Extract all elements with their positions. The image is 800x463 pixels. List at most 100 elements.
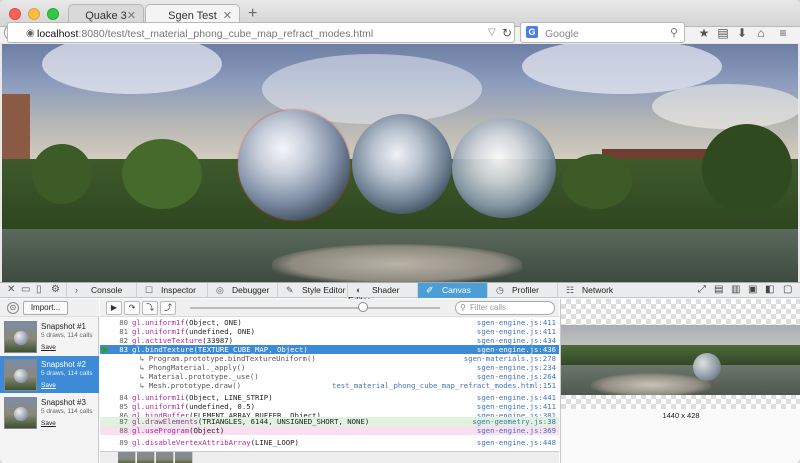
tab-inspector[interactable]: ☐ Inspector [136,283,207,298]
tree [562,154,632,209]
dock-side-icon[interactable]: ◧ [765,284,774,295]
draw-thumbnail[interactable] [137,452,155,463]
stack-frame-row[interactable]: ↳ PhongMaterial._apply() sgen-engine.js:2… [100,363,559,372]
call-row[interactable]: 84 gl.uniform1i(Object, LINE_STRIP) sgen-e… [100,393,559,402]
chevron-down-icon[interactable]: ▽ [488,27,496,38]
snapshot-calls: 5 draws, 114 calls [41,332,93,339]
call-row[interactable]: 87 gl.drawElements(TRIANGLES, 6144, UNSIG… [100,417,559,426]
stack-frame-row[interactable]: ↳ Mesh.prototype.draw() test_material_pho… [100,381,559,390]
url-text[interactable]: localhost:8080/test/test_material_phong_… [37,28,373,40]
call-source-link[interactable]: sgen-geometry.js:38 [473,417,556,426]
call-code: gl.uniform1f(undefined, 0.5) [132,402,255,411]
url-path: :8080/test/test_material_phong_cube_map_… [78,28,374,40]
stack-frame-row[interactable]: ↳ Program.prototype.bindTextureUniform()… [100,354,559,363]
tab-label: Style Editor [302,285,346,295]
call-source-link[interactable]: sgen-engine.js:411 [477,327,556,336]
call-source-link[interactable]: sgen-engine.js:436 [477,345,556,354]
call-source-link[interactable]: sgen-engine.js:234 [477,363,556,372]
stack-frame-row[interactable]: ↳ Material.prototype._use() sgen-engine.j… [100,372,559,381]
window-minimize-button[interactable] [28,8,40,20]
preview-dimensions: 1440 x 428 [662,411,700,420]
call-source-link[interactable]: sgen-engine.js:369 [477,426,556,435]
snapshot-item[interactable]: Snapshot #3 5 draws, 114 calls Save [0,394,99,431]
call-source-link[interactable]: sgen-engine.js:411 [477,318,556,327]
dock-icon[interactable]: ▭ [21,284,30,295]
call-code: ↳ Material.prototype._use() [140,372,259,381]
window-maximize-button[interactable] [47,8,59,20]
call-row[interactable]: 88 gl.useProgram(Object) sgen-engine.js:36… [100,426,559,435]
draw-thumbnail[interactable] [118,452,136,463]
tab-profiler[interactable]: ◷ Profiler [487,283,557,298]
call-row[interactable]: 85 gl.uniform1f(undefined, 0.5) sgen-engin… [100,402,559,411]
call-row[interactable]: 89 gl.disableVertexAttribArray(LINE_LOOP)… [100,438,559,447]
home-icon[interactable]: ⌂ [754,26,768,40]
close-icon[interactable]: ✕ [223,9,232,22]
globe-icon: ◉ [26,28,35,39]
call-function: gl.bindTexture [132,345,194,354]
profiler-icon: ◷ [496,285,504,295]
responsive-mode-icon[interactable]: ⤢ [698,284,706,295]
dock-window-icon[interactable]: ▢ [783,284,792,295]
webgl-canvas[interactable] [2,44,798,282]
gear-icon[interactable]: ⚙ [51,284,60,295]
bookmark-star-icon[interactable]: ★ [697,26,711,40]
call-function: gl.uniform1f [132,402,185,411]
draw-thumbnail[interactable] [156,452,174,463]
tab-console[interactable]: › Console [66,283,136,298]
snapshot-save-link[interactable]: Save [41,420,56,427]
call-source-link[interactable]: sgen-engine.js:264 [477,372,556,381]
call-args: (Object) [189,426,225,435]
step-out-icon[interactable]: ⤴ [160,301,176,315]
close-icon[interactable]: ✕ [7,284,15,295]
tab-shader-editor[interactable]: ◐Shader Editor [347,283,417,305]
snapshot-save-link[interactable]: Save [41,382,56,389]
call-slider-handle[interactable] [357,302,368,312]
call-source-link[interactable]: sgen-engine.js:411 [477,402,556,411]
call-slider-track[interactable] [190,307,440,309]
call-args: (Object, ONE) [184,318,242,327]
call-row[interactable]: 82 gl.activeTexture(33987) sgen-engine.js:… [100,336,559,345]
tab-network[interactable]: ☷ Network [557,283,627,298]
snapshot-item[interactable]: Snapshot #1 5 draws, 114 calls Save [0,318,99,355]
new-tab-button[interactable]: + [248,5,257,23]
close-icon[interactable]: ✕ [127,9,136,22]
search-engine-icon[interactable]: G [526,26,538,38]
reload-icon[interactable]: ↻ [502,26,512,40]
import-button[interactable]: Import... [23,301,68,315]
snapshot-thumbnail [4,321,37,353]
search-icon[interactable]: ⚲ [670,26,678,39]
url-host: localhost [37,28,79,40]
window-close-button[interactable] [9,8,21,20]
record-snapshot-button[interactable]: ⊙ [7,302,19,314]
step-in-icon[interactable]: ⤵ [142,301,158,315]
call-source-link[interactable]: sgen-engine.js:441 [477,393,556,402]
call-source-link[interactable]: test_material_phong_cube_map_refract_mod… [332,381,556,390]
snapshot-item-selected[interactable]: Snapshot #2 5 draws, 114 calls Save [0,356,99,393]
step-over-icon[interactable]: ↷ [124,301,140,315]
split-console-icon[interactable]: ▯ [36,284,42,295]
call-row[interactable]: 80 gl.uniform1f(Object, ONE) sgen-engine.j… [100,318,559,327]
filter-calls-input[interactable]: ⚲ Filter calls [455,301,555,315]
call-args: (LINE_LOOP) [250,438,299,447]
call-row[interactable]: 83 gl.bindTexture(TEXTURE_CUBE_MAP, Objec… [100,345,559,354]
resume-button[interactable]: ▶ [106,301,122,315]
scratchpad-icon[interactable]: ▤ [714,284,723,295]
menu-icon[interactable]: ≡ [776,26,790,40]
tab-style-editor[interactable]: ✎ Style Editor [277,283,347,298]
paint-flashing-icon[interactable]: ▥ [731,284,740,295]
screenshot-icon[interactable]: ▣ [748,284,757,295]
tab-canvas[interactable]: ✐ Canvas [417,283,487,298]
call-source-link[interactable]: sgen-engine.js:434 [477,336,556,345]
snapshot-save-link[interactable]: Save [41,344,56,351]
browser-tab-label: Sgen Test [168,10,217,22]
bookmarks-list-icon[interactable]: ▤ [716,26,730,40]
call-row[interactable]: 81 gl.uniform1f(undefined, ONE) sgen-engin… [100,327,559,336]
call-source-link[interactable]: sgen-materials.js:278 [464,354,556,363]
call-source-link[interactable]: sgen-engine.js:448 [477,438,556,447]
tree [122,139,202,209]
snapshot-calls: 5 draws, 114 calls [41,408,93,415]
draw-thumbnail[interactable] [175,452,193,463]
stack-frame-text: ↳ PhongMaterial._apply() [140,363,246,372]
download-icon[interactable]: ⬇ [735,26,749,40]
tab-debugger[interactable]: ◎ Debugger [207,283,277,298]
